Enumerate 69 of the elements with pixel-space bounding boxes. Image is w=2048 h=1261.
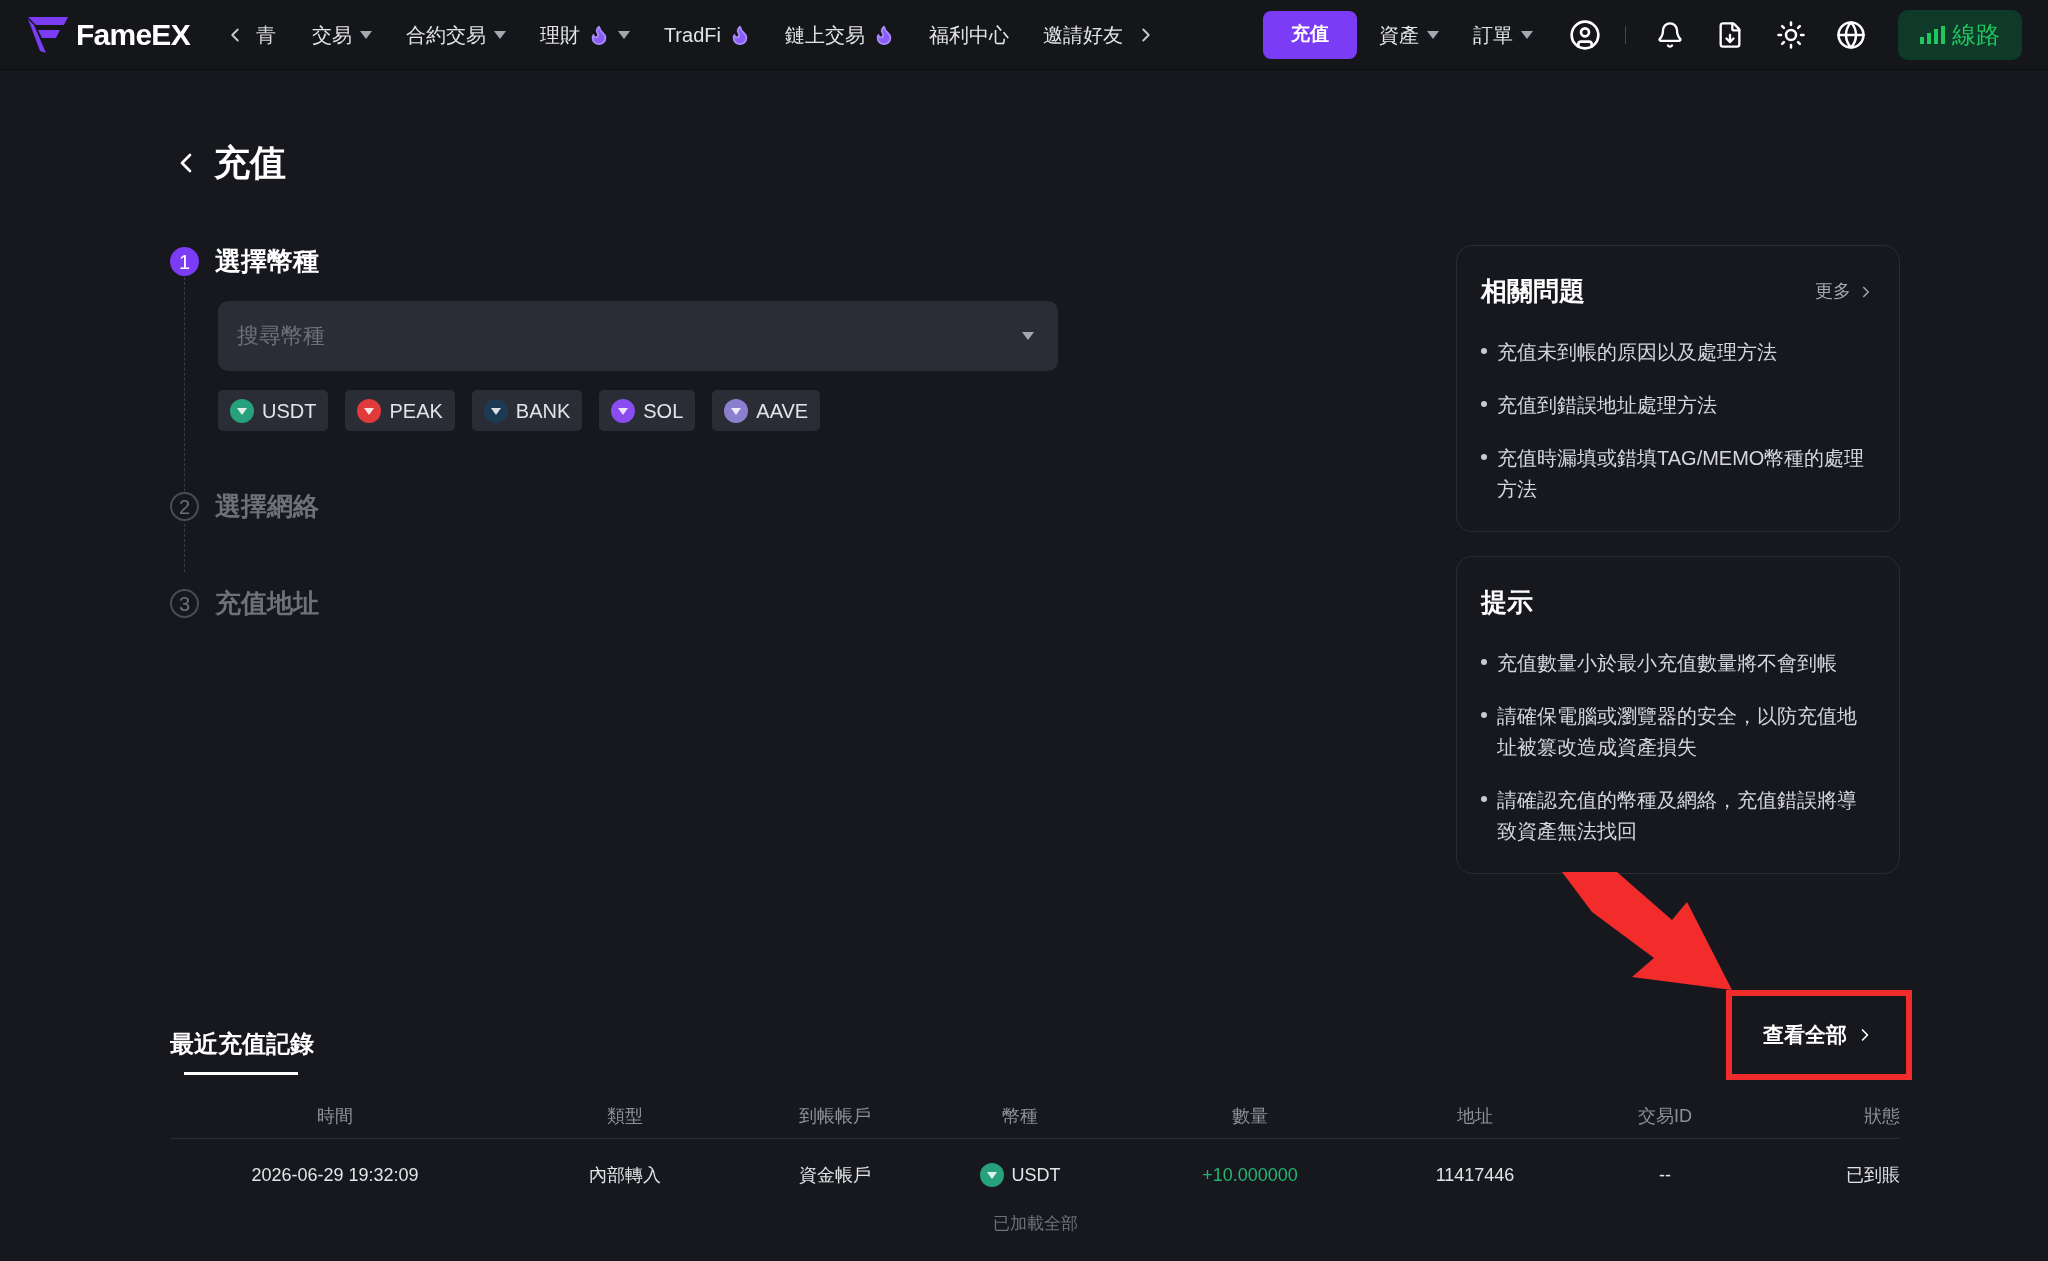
table-cell-text: 內部轉入 — [588, 1163, 662, 1187]
column-header: 地址 — [1456, 1104, 1494, 1128]
column-header: 幣種 — [1001, 1104, 1039, 1128]
coin-chip[interactable]: BANK — [471, 390, 583, 431]
deposit-button[interactable]: 充值 — [1262, 10, 1357, 59]
card-title: 相關問題 — [1481, 275, 1585, 308]
column-header: 數量 — [1231, 1104, 1269, 1128]
faq-item[interactable]: 充值時漏填或錯填TAG/MEMO幣種的處理方法 — [1497, 443, 1875, 505]
view-all-link[interactable]: 查看全部 — [1763, 1019, 1875, 1051]
bullet-icon — [1481, 454, 1487, 460]
coin-search-field[interactable]: 搜尋幣種 — [218, 301, 1058, 371]
step-number: 1 — [170, 247, 199, 276]
nav-menu[interactable]: 資產 — [1378, 19, 1419, 50]
table-cell-text: 11417446 — [1434, 1163, 1516, 1187]
column-header: 狀態 — [1863, 1104, 1900, 1128]
column-header: 時間 — [316, 1104, 354, 1128]
coin-chip[interactable]: SOL — [599, 390, 696, 431]
step-number: 2 — [170, 492, 199, 521]
section-title[interactable]: 最近充值記錄 — [170, 1025, 314, 1062]
step-title: 選擇網絡 — [215, 490, 319, 523]
faq-item[interactable]: 充值未到帳的原因以及處理方法 — [1497, 337, 1777, 368]
table-cell-text: 資金帳戶 — [798, 1163, 872, 1187]
coin-chip[interactable]: PEAK — [345, 390, 455, 431]
bullet-icon — [1481, 401, 1487, 407]
table-cell-text: 2026-06-29 19:32:09 — [250, 1163, 420, 1187]
load-status-text: 已加載全部 — [992, 1214, 1078, 1233]
logo-text[interactable]: FameEX — [76, 12, 190, 57]
nav-item[interactable]: 理財 — [539, 19, 580, 50]
logo-icon — [28, 16, 68, 53]
step-title: 選擇幣種 — [215, 245, 319, 278]
column-header: 交易ID — [1637, 1104, 1693, 1128]
more-link[interactable]: 更多 — [1815, 278, 1851, 305]
bell-icon[interactable] — [1655, 20, 1684, 49]
table-cell-text: +10.000000 — [1201, 1163, 1299, 1187]
faq-item: 請確認充值的幣種及網絡，充值錯誤將導致資產無法找回 — [1497, 788, 1858, 844]
bullet-icon — [1481, 659, 1487, 665]
card-title: 提示 — [1481, 587, 1533, 617]
nav-item[interactable]: 鏈上交易 — [784, 19, 865, 50]
table-cell-text: 已到賬 — [1845, 1163, 1900, 1187]
nav-menu[interactable]: 訂單 — [1472, 19, 1513, 50]
bullet-icon — [1481, 348, 1487, 354]
caret-icon — [1426, 30, 1439, 39]
nav-item[interactable]: 交易 — [311, 19, 352, 50]
nav-item[interactable]: 合約交易 — [405, 19, 486, 50]
coin-chip[interactable]: AAVE — [712, 390, 821, 431]
coin-chip[interactable]: USDT — [218, 390, 329, 431]
step-number: 3 — [170, 589, 199, 618]
faq-item: 請確保電腦或瀏覽器的安全，以防充值地址被篡改造成資產損失 — [1497, 704, 1858, 760]
table-cell-text: -- — [1658, 1163, 1672, 1187]
signal-icon — [1919, 25, 1946, 44]
page-title: 充值 — [214, 141, 286, 185]
step-title: 充值地址 — [215, 587, 319, 620]
nav-item[interactable]: 邀請好友 — [1042, 19, 1123, 50]
table-cell-text: USDT — [1011, 1163, 1061, 1187]
column-header: 到帳帳戶 — [798, 1104, 872, 1128]
faq-item: 充值數量小於最小充值數量將不會到帳 — [1497, 651, 1837, 676]
nav-item[interactable]: TradFi — [663, 19, 721, 50]
line-button[interactable]: 線路 — [1897, 9, 2022, 60]
user-icon[interactable] — [1568, 18, 1601, 51]
language-icon[interactable] — [1835, 19, 1866, 50]
dropdown-icon — [1022, 332, 1034, 340]
bullet-icon — [1481, 796, 1487, 802]
theme-icon[interactable] — [1775, 19, 1806, 50]
bullet-icon — [1481, 712, 1487, 718]
column-header: 類型 — [606, 1104, 644, 1128]
faq-item[interactable]: 充值到錯誤地址處理方法 — [1497, 390, 1717, 421]
nav-item[interactable]: 福利中心 — [928, 19, 1009, 50]
caret-icon — [1520, 30, 1533, 39]
nav-item[interactable]: 青 — [255, 19, 276, 50]
